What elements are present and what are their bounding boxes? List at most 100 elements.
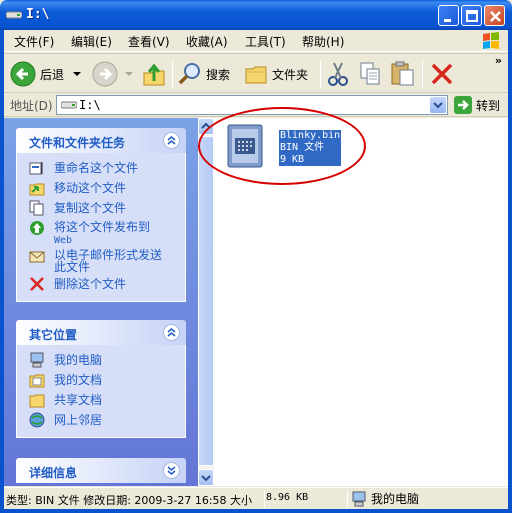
- task-pane: 文件和文件夹任务 重命名这个文件 移动这个文件 复制这个文件 将这个文件发布到 W…: [4, 118, 198, 486]
- menu-edit[interactable]: 编辑(E): [71, 33, 112, 50]
- folder-icon: [245, 66, 267, 84]
- maximize-icon: [466, 10, 478, 22]
- move-icon: [29, 183, 45, 196]
- collapse-button[interactable]: [163, 324, 180, 341]
- delete-button[interactable]: [430, 60, 454, 88]
- task-email-label: 以电子邮件形式发送 此文件: [54, 248, 163, 274]
- search-label: 搜索: [206, 67, 231, 82]
- task-email[interactable]: 以电子邮件形式发送 此文件: [17, 247, 185, 275]
- other-places-title: 其它位置: [29, 328, 78, 342]
- file-tasks-header[interactable]: 文件和文件夹任务: [16, 128, 186, 153]
- chevron-up-icon: [167, 136, 176, 145]
- task-rename-label: 重命名这个文件: [54, 161, 139, 175]
- details-group: 详细信息: [16, 458, 186, 483]
- task-move[interactable]: 移动这个文件: [17, 179, 185, 199]
- toolbar: 后退 搜索 文件夹 »: [4, 53, 508, 93]
- toolbar-separator: [422, 60, 423, 88]
- scroll-down-button[interactable]: [198, 469, 214, 486]
- up-folder-button[interactable]: [142, 60, 166, 88]
- collapse-button[interactable]: [163, 132, 180, 149]
- search-icon: [178, 63, 200, 85]
- folders-button[interactable]: 文件夹: [244, 60, 308, 88]
- computer-icon: [30, 352, 44, 368]
- cut-button[interactable]: [326, 60, 350, 88]
- chevron-up-icon: [167, 328, 176, 337]
- other-places-group: 其它位置 我的电脑 我的文档 共享文档 网上邻居: [16, 320, 186, 438]
- up-folder-icon: [143, 63, 165, 86]
- email-icon: [29, 251, 45, 263]
- go-label: 转到: [476, 98, 501, 113]
- forward-button[interactable]: [92, 60, 134, 88]
- other-places-header[interactable]: 其它位置: [16, 320, 186, 345]
- place-network[interactable]: 网上邻居: [17, 411, 185, 431]
- toolbar-overflow-icon[interactable]: »: [495, 54, 502, 67]
- menu-tools[interactable]: 工具(T): [245, 33, 286, 50]
- paste-button[interactable]: [390, 60, 416, 88]
- file-tasks-title: 文件和文件夹任务: [29, 136, 126, 150]
- task-pane-scrollbar[interactable]: [198, 118, 214, 486]
- scissors-icon: [328, 62, 348, 86]
- menu-bar: 文件(F) 编辑(E) 查看(V) 收藏(A) 工具(T) 帮助(H): [4, 30, 508, 52]
- delete-x-icon: [431, 63, 453, 85]
- back-button[interactable]: 后退: [10, 60, 82, 88]
- task-copy[interactable]: 复制这个文件: [17, 199, 185, 219]
- search-button[interactable]: 搜索: [178, 60, 230, 88]
- maximize-button[interactable]: [461, 5, 482, 26]
- place-shared-documents-label: 共享文档: [54, 393, 103, 407]
- place-my-computer[interactable]: 我的电脑: [17, 351, 185, 371]
- publish-web-icon: [30, 221, 44, 235]
- place-shared-documents[interactable]: 共享文档: [17, 391, 185, 411]
- status-size: 8.96 KB: [266, 492, 309, 503]
- red-annotation-circle: [198, 107, 366, 185]
- copy-file-icon: [29, 200, 44, 216]
- task-delete[interactable]: 删除这个文件: [17, 275, 185, 295]
- task-copy-label: 复制这个文件: [54, 201, 127, 215]
- rename-icon: [29, 162, 43, 175]
- task-publish-web-label: 将这个文件发布到 Web: [54, 220, 151, 246]
- address-dropdown-button[interactable]: [430, 97, 446, 113]
- task-publish-web[interactable]: 将这个文件发布到 Web: [17, 219, 185, 247]
- status-bar: 类型: BIN 文件 修改日期: 2009-3-27 16:58 大小 8.96…: [4, 487, 508, 509]
- details-title: 详细信息: [29, 466, 78, 480]
- expand-button[interactable]: [163, 462, 180, 479]
- task-delete-label: 删除这个文件: [54, 277, 127, 291]
- copy-button[interactable]: [358, 60, 382, 88]
- other-places-list: 我的电脑 我的文档 共享文档 网上邻居: [16, 345, 186, 438]
- place-my-documents[interactable]: 我的文档: [17, 371, 185, 391]
- status-divider: [347, 490, 348, 508]
- window-title: I:\: [26, 7, 50, 22]
- close-icon: [490, 11, 501, 22]
- status-info: 类型: BIN 文件 修改日期: 2009-3-27 16:58 大小: [6, 494, 253, 507]
- shared-folder-icon: [29, 394, 45, 408]
- status-location: 我的电脑: [351, 490, 419, 507]
- file-tasks-list: 重命名这个文件 移动这个文件 复制这个文件 将这个文件发布到 Web 以电子邮件形…: [16, 153, 186, 302]
- toolbar-separator: [172, 60, 173, 88]
- menu-help[interactable]: 帮助(H): [302, 33, 344, 50]
- title-bar[interactable]: I:\: [0, 0, 512, 30]
- task-rename[interactable]: 重命名这个文件: [17, 159, 185, 179]
- minimize-icon: [444, 19, 451, 22]
- details-header[interactable]: 详细信息: [16, 458, 186, 483]
- forward-arrow-icon: [92, 61, 118, 87]
- chevron-down-icon: [433, 102, 443, 109]
- scroll-thumb[interactable]: [198, 136, 214, 466]
- menu-favorites[interactable]: 收藏(A): [186, 33, 228, 50]
- folders-label: 文件夹: [272, 67, 309, 82]
- place-network-label: 网上邻居: [54, 413, 103, 427]
- menu-view[interactable]: 查看(V): [128, 33, 170, 50]
- forward-dropdown-icon[interactable]: [124, 69, 134, 79]
- minimize-button[interactable]: [438, 5, 459, 26]
- back-label: 后退: [40, 67, 65, 82]
- copy-icon: [360, 62, 380, 85]
- menu-file[interactable]: 文件(F): [14, 33, 54, 50]
- window-frame-right: [508, 30, 512, 513]
- back-arrow-icon: [10, 61, 36, 87]
- back-dropdown-icon[interactable]: [72, 69, 82, 79]
- status-divider: [264, 490, 265, 508]
- close-button[interactable]: [484, 5, 505, 26]
- documents-folder-icon: [29, 374, 45, 388]
- go-arrow-icon: [454, 96, 472, 114]
- address-value: I:\: [79, 98, 101, 112]
- chevron-down-icon: [167, 466, 176, 475]
- go-button[interactable]: 转到: [454, 96, 500, 114]
